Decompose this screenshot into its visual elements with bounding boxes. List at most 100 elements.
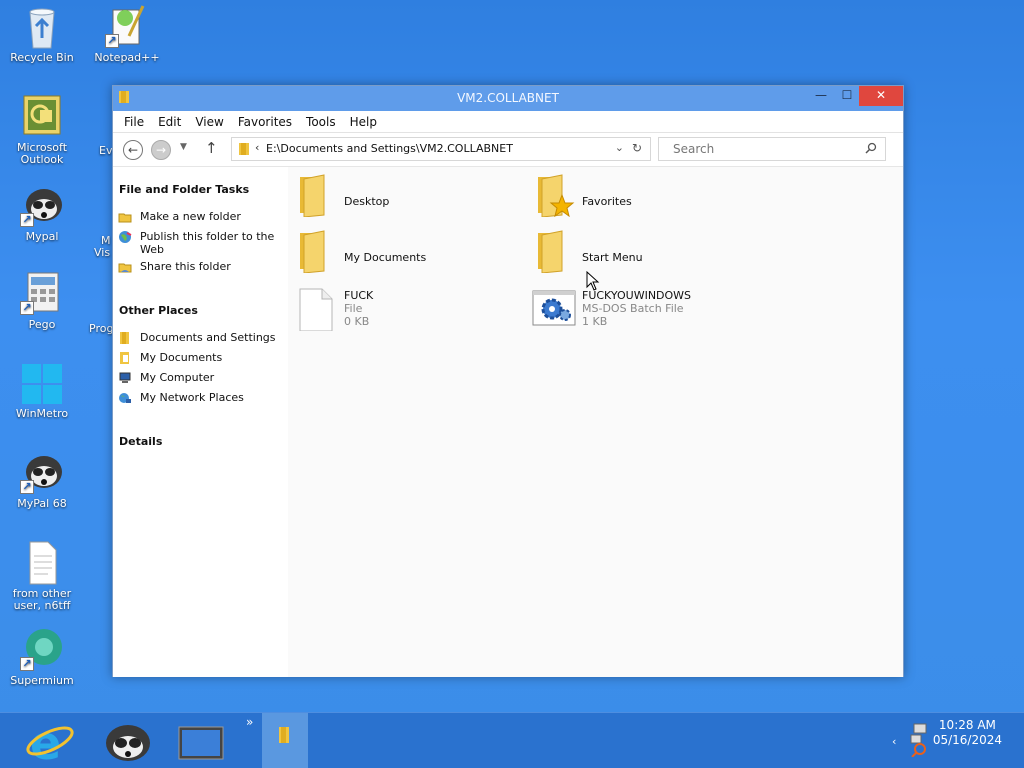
place-my-network-places[interactable]: My Network Places xyxy=(118,391,278,404)
search-box[interactable] xyxy=(658,137,886,161)
task-label: Make a new folder xyxy=(140,210,241,223)
internet-explorer-taskbar-button[interactable]: e xyxy=(22,713,78,768)
task-label: Publish this folder to the Web xyxy=(140,230,275,256)
menu-edit[interactable]: Edit xyxy=(158,115,181,129)
menu-bar: File Edit View Favorites Tools Help xyxy=(113,111,903,133)
minimize-button[interactable]: — xyxy=(809,86,833,106)
desktop-icon-outlook[interactable]: Microsoft Outlook xyxy=(2,94,82,166)
new-folder-icon xyxy=(118,213,132,223)
desktop-icon-label: Microsoft Outlook xyxy=(16,141,68,166)
refresh-icon[interactable]: ↻ xyxy=(632,141,642,155)
item-name: Desktop xyxy=(344,195,390,208)
computer-icon xyxy=(119,372,131,383)
address-dropdown-icon[interactable]: ⌄ xyxy=(615,141,624,154)
folder-item-my-documents[interactable]: My Documents xyxy=(294,229,524,279)
partial-icon-label: Ev xyxy=(99,144,113,157)
folder-icon xyxy=(279,727,289,743)
folder-icon xyxy=(300,174,325,217)
item-type: MS-DOS Batch File xyxy=(582,302,684,315)
folder-icon xyxy=(300,230,325,273)
taskbar: e » ‹ 10:28 AM 05/16/2024 xyxy=(0,712,1024,768)
recent-locations-chevron-icon[interactable]: ▼ xyxy=(180,142,187,152)
supermium-icon: ↗ xyxy=(20,627,64,671)
desktop-icon-recycle-bin[interactable]: Recycle Bin xyxy=(2,4,82,64)
title-bar[interactable]: VM2.COLLABNET — ☐ ✕ xyxy=(113,86,903,111)
file-list: Desktop Favorites My Documents Start Men… xyxy=(288,167,903,677)
folder-icon xyxy=(120,332,129,344)
item-size: 1 KB xyxy=(582,315,608,328)
desktop-icon-mypal[interactable]: ↗ Mypal xyxy=(2,183,82,243)
network-icon xyxy=(119,393,131,403)
desktop-icon-supermium[interactable]: ↗ Supermium xyxy=(2,627,82,687)
menu-file[interactable]: File xyxy=(124,115,144,129)
desktop-taskbar-button[interactable] xyxy=(174,713,230,768)
desktop-icon-label: from other user, n6tff xyxy=(12,587,72,612)
window-content: File and Folder Tasks Make a new folder … xyxy=(113,167,903,677)
menu-tools[interactable]: Tools xyxy=(306,115,336,129)
item-type: File xyxy=(344,302,363,315)
mypal-icon xyxy=(106,725,150,761)
folder-item-favorites[interactable]: Favorites xyxy=(532,173,762,223)
up-button[interactable]: ↑ xyxy=(205,139,218,157)
place-documents-and-settings[interactable]: Documents and Settings xyxy=(118,331,278,344)
internet-explorer-icon: e xyxy=(26,716,74,768)
file-folder-tasks-title: File and Folder Tasks xyxy=(119,183,250,196)
desktop-icon-winmetro[interactable]: WinMetro xyxy=(2,360,82,420)
tray-overflow-icon[interactable]: ‹ xyxy=(892,735,896,748)
explorer-taskbar-button[interactable] xyxy=(262,713,308,768)
task-share-folder[interactable]: Share this folder xyxy=(118,260,278,273)
folder-item-start-menu[interactable]: Start Menu xyxy=(532,229,762,279)
place-my-documents[interactable]: My Documents xyxy=(118,351,278,364)
desktop-icon-label: Mypal xyxy=(25,230,59,243)
mypal-taskbar-button[interactable] xyxy=(100,713,156,768)
outlook-icon xyxy=(20,94,64,138)
taskbar-overflow-chevron-icon[interactable]: » xyxy=(246,715,253,729)
file-item-fuck[interactable]: FUCK File 0 KB xyxy=(294,287,524,337)
shortcut-arrow-icon: ↗ xyxy=(20,480,34,494)
shortcut-arrow-icon: ↗ xyxy=(20,657,34,671)
desktop-icon-mypal68[interactable]: ↗ MyPal 68 xyxy=(2,450,82,510)
batch-file-icon xyxy=(532,290,576,326)
item-name: Start Menu xyxy=(582,251,643,264)
address-path: E:\Documents and Settings\VM2.COLLABNET xyxy=(266,142,513,155)
desktop: Recycle Bin ↗ Notepad++ Microsoft Outloo… xyxy=(0,0,1024,712)
shortcut-arrow-icon: ↗ xyxy=(20,213,34,227)
item-name: My Documents xyxy=(344,251,427,264)
file-item-fuckyouwindows[interactable]: FUCKYOUWINDOWS MS-DOS Batch File 1 KB xyxy=(532,287,762,337)
back-button[interactable]: ← xyxy=(123,140,143,160)
folder-item-desktop[interactable]: Desktop xyxy=(294,173,524,223)
partial-icon-label: Prog xyxy=(89,322,114,335)
menu-help[interactable]: Help xyxy=(350,115,377,129)
item-name: FUCK xyxy=(344,289,374,302)
maximize-button[interactable]: ☐ xyxy=(835,86,859,106)
breadcrumb-overflow-icon[interactable]: ‹ xyxy=(255,141,259,154)
search-icon[interactable] xyxy=(865,142,877,154)
place-my-computer[interactable]: My Computer xyxy=(118,371,278,384)
desktop-icon-document[interactable]: from other user, n6tff xyxy=(2,540,82,612)
item-name: Favorites xyxy=(582,195,632,208)
task-label: Share this folder xyxy=(140,260,231,273)
search-input[interactable] xyxy=(659,138,849,160)
menu-view[interactable]: View xyxy=(195,115,223,129)
task-make-new-folder[interactable]: Make a new folder xyxy=(118,210,278,223)
forward-button[interactable]: → xyxy=(151,140,171,160)
close-button[interactable]: ✕ xyxy=(859,86,903,106)
desktop-icon-notepad-plus-plus[interactable]: ↗ Notepad++ xyxy=(87,4,167,64)
window-title: VM2.COLLABNET xyxy=(457,91,559,105)
task-publish-to-web[interactable]: Publish this folder to the Web xyxy=(118,230,278,256)
address-bar[interactable]: ‹ E:\Documents and Settings\VM2.COLLABNE… xyxy=(231,137,651,161)
svg-text:e: e xyxy=(30,716,61,768)
partial-icon-label: Vis xyxy=(94,246,111,259)
desktop-icon-pego[interactable]: ↗ Pego xyxy=(2,271,82,331)
pego-icon: ↗ xyxy=(20,271,64,315)
desktop-icon-label: Notepad++ xyxy=(94,51,160,64)
network-tray-icon[interactable] xyxy=(908,723,930,757)
system-clock[interactable]: 10:28 AM 05/16/2024 xyxy=(933,718,1002,748)
place-label: My Computer xyxy=(140,371,215,384)
desktop-icon-label: Supermium xyxy=(10,674,74,687)
recycle-bin-icon xyxy=(20,4,64,49)
share-folder-icon xyxy=(118,263,132,273)
menu-favorites[interactable]: Favorites xyxy=(238,115,292,129)
navigation-toolbar: ← → ▼ ↑ ‹ E:\Documents and Settings\VM2.… xyxy=(113,133,903,167)
other-places-title: Other Places xyxy=(119,304,198,317)
